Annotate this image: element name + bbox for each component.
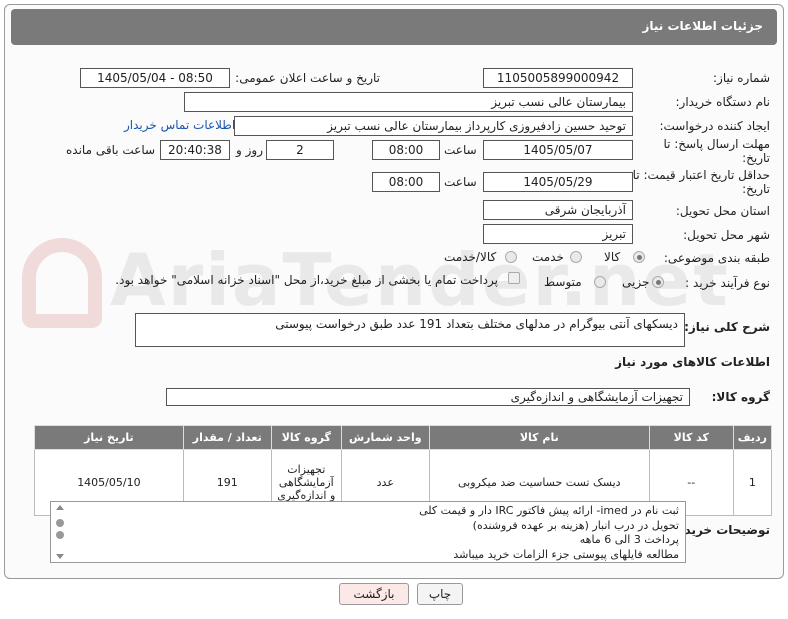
- buyer-notes-line: پرداخت 3 الی 6 ماهه: [579, 533, 679, 546]
- buyer-notes-line: ثبت نام در imed- ارائه پیش فاکتور IRC دا…: [419, 504, 679, 517]
- price-validity-label: حداقل تاریخ اعتبار قیمت: تا تاریخ:: [632, 168, 770, 196]
- buyer-notes-field: ثبت نام در imed- ارائه پیش فاکتور IRC دا…: [50, 501, 686, 563]
- days-label: روز و: [236, 143, 263, 157]
- description-label: شرح کلی نیاز:: [684, 320, 770, 334]
- col-row: ردیف: [732, 425, 773, 450]
- price-validity-time-label: ساعت: [444, 175, 477, 189]
- col-code: کد کالا: [648, 425, 734, 450]
- col-unit: واحد شمارش: [340, 425, 430, 450]
- scroll-down-icon[interactable]: [56, 554, 64, 559]
- scroll-thumb-icon[interactable]: [56, 531, 64, 539]
- category-radio-service[interactable]: [570, 251, 582, 263]
- deadline-label: مهلت ارسال پاسخ: تا تاریخ:: [663, 137, 770, 165]
- col-name: نام کالا: [428, 425, 650, 450]
- page-title: جزئیات اطلاعات نیاز: [642, 19, 763, 33]
- category-option-goods: کالا: [604, 250, 621, 264]
- back-button[interactable]: بازگشت: [339, 583, 409, 605]
- buyer-notes-line: تحویل در درب انبار (هزینه بر عهده فروشند…: [472, 518, 679, 532]
- description-field: دیسکهای آنتی بیوگرام در مدلهای مختلف بتع…: [135, 313, 685, 347]
- buyer-notes-line: مطالعه فایلهای پیوستی جزء الزامات خرید م…: [453, 547, 679, 561]
- remaining-label: ساعت باقی مانده: [66, 143, 156, 157]
- price-validity-date-field: 1405/05/29: [483, 172, 633, 192]
- category-radio-goods[interactable]: [633, 251, 645, 263]
- col-group: گروه کالا: [270, 425, 342, 450]
- category-radio-goods-service[interactable]: [505, 251, 517, 263]
- treasury-payment-checkbox[interactable]: [508, 272, 520, 284]
- treasury-payment-note: پرداخت تمام یا بخشی از مبلغ خرید،از محل …: [115, 273, 498, 287]
- col-qty: تعداد / مقدار: [182, 425, 272, 450]
- goods-group-label: گروه کالا:: [711, 390, 770, 404]
- deadline-time-label: ساعت: [444, 143, 477, 157]
- days-field: 2: [266, 140, 334, 160]
- purchase-radio-minor[interactable]: [652, 276, 664, 288]
- buyer-contact-link[interactable]: اطلاعات تماس خریدار: [124, 118, 235, 132]
- goods-group-field: تجهیزات آزمایشگاهی و اندازه‌گیری: [166, 388, 690, 406]
- buyer-org-label: نام دستگاه خریدار:: [675, 95, 771, 109]
- announce-field: 1405/05/04 - 08:50: [80, 68, 230, 88]
- table-header-row: ردیف کد کالا نام کالا واحد شمارش گروه کا…: [34, 425, 773, 450]
- province-label: استان محل تحویل:: [675, 204, 770, 218]
- cell-row: 1: [732, 449, 773, 516]
- announce-label: تاریخ و ساعت اعلان عمومی:: [235, 71, 380, 85]
- requester-label: ایجاد کننده درخواست:: [659, 119, 770, 133]
- province-field: آذربایجان شرقی: [483, 200, 633, 220]
- city-label: شهر محل تحویل:: [683, 228, 770, 242]
- requester-field: توحید حسین زادفیروزی کارپرداز بیمارستان …: [234, 116, 633, 136]
- city-field: تبریز: [483, 224, 633, 244]
- need-number-label: شماره نیاز:: [713, 71, 770, 85]
- purchase-option-minor: جزیی: [622, 275, 650, 289]
- need-number-field: 1105005899000942: [483, 68, 633, 88]
- deadline-date-field: 1405/05/07: [483, 140, 633, 160]
- notes-scrollbar[interactable]: [52, 503, 68, 561]
- price-validity-time-field: 08:00: [372, 172, 440, 192]
- buyer-org-field: بیمارستان عالی نسب تبریز: [184, 92, 633, 112]
- scroll-up-icon[interactable]: [56, 505, 64, 510]
- watermark-logo-icon: [22, 238, 102, 328]
- category-option-goods-service: کالا/خدمت: [444, 250, 497, 264]
- category-option-service: خدمت: [532, 250, 564, 264]
- purchase-radio-medium[interactable]: [594, 276, 606, 288]
- col-date: تاریخ نیاز: [34, 425, 184, 450]
- scroll-thumb-icon[interactable]: [56, 519, 64, 527]
- print-button[interactable]: چاپ: [417, 583, 463, 605]
- goods-info-title: اطلاعات کالاهای مورد نیاز: [615, 355, 770, 369]
- deadline-time-field: 08:00: [372, 140, 440, 160]
- page-header: جزئیات اطلاعات نیاز: [11, 9, 777, 45]
- purchase-type-label: نوع فرآیند خرید :: [685, 276, 770, 290]
- purchase-option-medium: متوسط: [544, 275, 582, 289]
- remaining-time-field: 20:40:38: [160, 140, 230, 160]
- category-label: طبقه بندی موضوعی:: [663, 251, 770, 265]
